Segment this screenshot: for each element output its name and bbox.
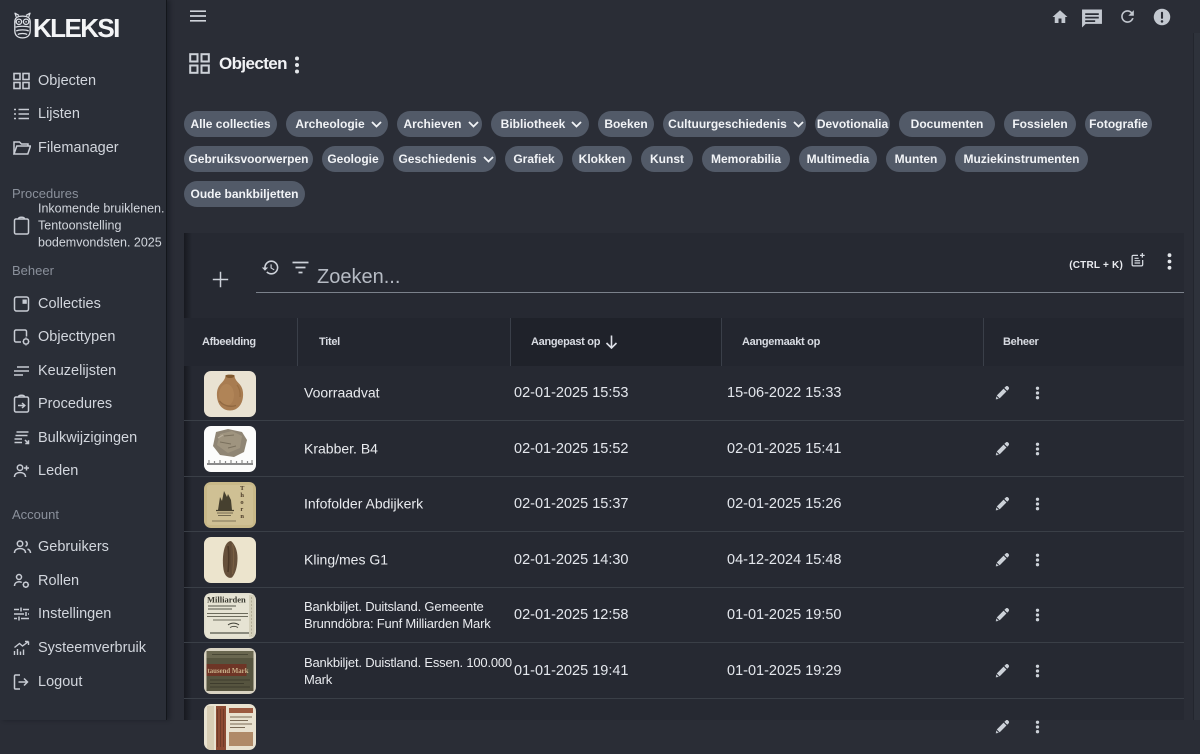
svg-text:T: T: [240, 485, 245, 492]
svg-text:o: o: [240, 499, 243, 506]
svg-text:n: n: [240, 513, 244, 520]
svg-text:Milliarden: Milliarden: [207, 594, 246, 604]
svg-text:h: h: [240, 492, 244, 499]
svg-text:tausend Mark: tausend Mark: [208, 668, 249, 675]
svg-text:r: r: [240, 506, 243, 513]
